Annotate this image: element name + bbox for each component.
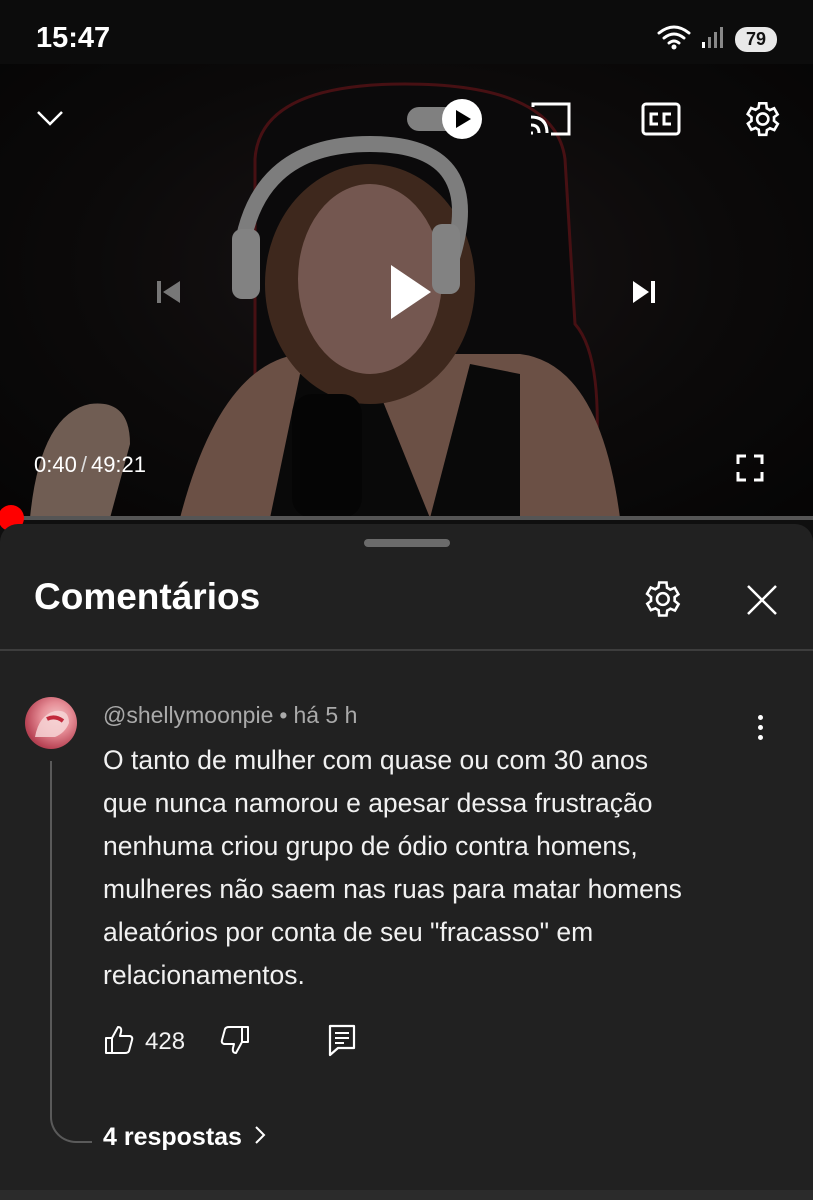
progress-bar[interactable] [0, 505, 813, 531]
time-separator: / [80, 452, 87, 477]
status-bar: 15:47 79 [0, 0, 813, 64]
settings-icon[interactable] [738, 97, 784, 141]
cast-icon[interactable] [525, 98, 575, 140]
autoplay-toggle[interactable] [405, 98, 485, 140]
dislike-icon[interactable] [219, 1024, 251, 1061]
meta-dot: • [279, 702, 288, 728]
replies-link[interactable]: 4 respostas [103, 1123, 266, 1152]
comments-settings-icon[interactable] [636, 574, 686, 624]
wifi-icon [657, 24, 691, 55]
thread-line [50, 761, 92, 1143]
comment-author[interactable]: @shellymoonpie [103, 702, 273, 728]
like-icon[interactable] [103, 1024, 135, 1061]
like-count: 428 [145, 1028, 186, 1055]
duration: 49:21 [90, 452, 147, 477]
bottom-strip [0, 1190, 813, 1200]
fullscreen-icon[interactable] [730, 448, 770, 488]
captions-icon[interactable] [638, 98, 684, 140]
status-time: 15:47 [36, 22, 111, 54]
play-icon[interactable] [378, 254, 442, 330]
time-readout: 0:40/49:21 [34, 452, 146, 478]
reply-icon[interactable] [327, 1023, 357, 1062]
previous-icon[interactable] [148, 272, 188, 312]
chevron-right-icon [254, 1123, 266, 1152]
next-icon[interactable] [624, 272, 664, 312]
comment-actions: 428 [103, 1021, 357, 1063]
comment-item: @shellymoonpie • há 5 h O tanto de mulher … [0, 651, 813, 1200]
collapse-chevron-icon[interactable] [30, 98, 70, 138]
close-icon[interactable] [740, 578, 784, 622]
comment-meta: @shellymoonpie • há 5 h [103, 702, 357, 729]
comment-text: O tanto de mulher com quase ou com 30 an… [103, 745, 682, 990]
current-time: 0:40 [34, 452, 77, 477]
drag-handle[interactable] [364, 539, 450, 547]
comments-sheet: Comentários @shellymoonpie • há 5 h O tant… [0, 524, 813, 1200]
replies-label: 4 respostas [103, 1123, 242, 1151]
signal-icon [701, 25, 725, 54]
avatar[interactable] [25, 697, 77, 749]
battery-icon: 79 [735, 27, 777, 52]
video-player[interactable]: 0:40/49:21 [0, 64, 813, 518]
status-icons: 79 [657, 24, 777, 55]
comment-age: há 5 h [293, 702, 358, 728]
comments-title: Comentários [34, 576, 261, 617]
